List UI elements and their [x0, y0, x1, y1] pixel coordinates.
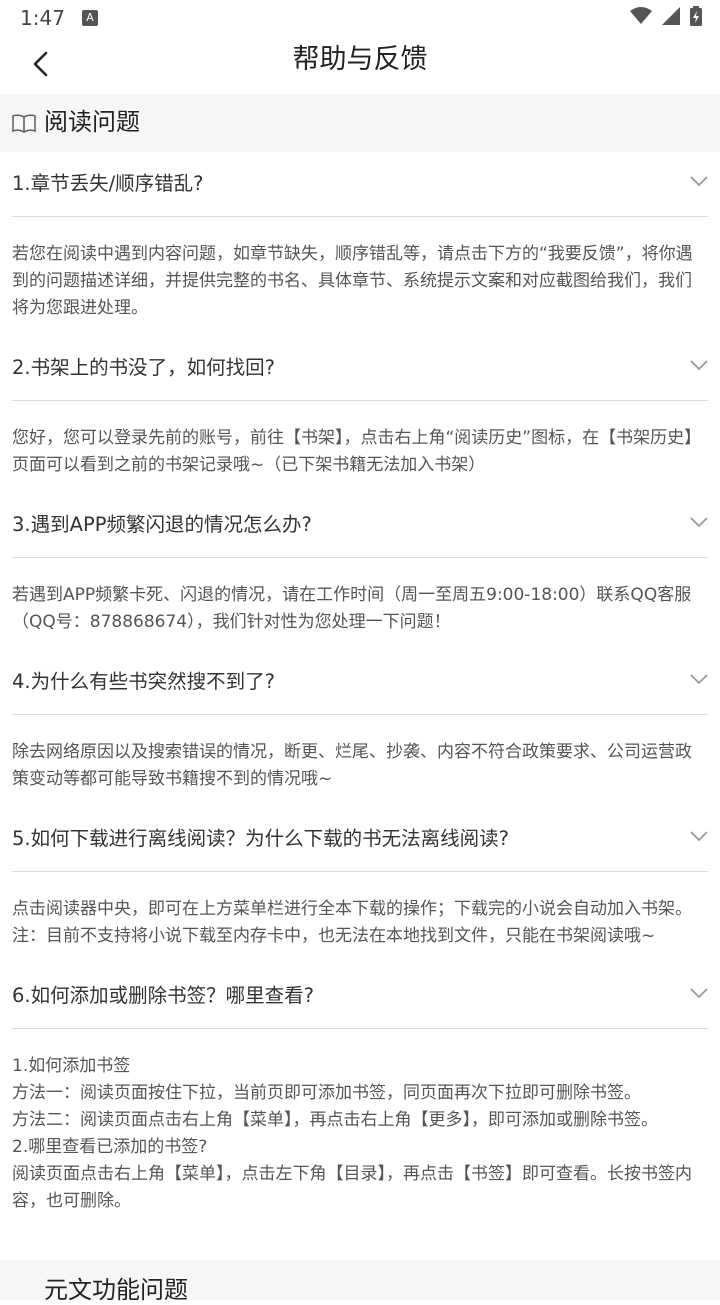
faq-answer: 您好，您可以登录先前的账号，前往【书架】，点击右上角“阅读历史”图标，在【书架历… [12, 428, 702, 475]
faq-item: 5.如何下载进行离线阅读？为什么下载的书无法离线阅读? 点击阅读器中央，即可在上… [0, 807, 720, 964]
faq-question[interactable]: 4.为什么有些书突然搜不到了? [0, 650, 720, 714]
notification-a-icon: A [82, 10, 98, 26]
faq-item: 6.如何添加或删除书签？哪里查看? 1.如何添加书签 方法一：阅读页面按住下拉，… [0, 964, 720, 1229]
faq-answer: 除去网络原因以及搜索错误的情况，断更、烂尾、抄袭、内容不符合政策要求、公司运营政… [12, 742, 692, 789]
section-title: 阅读问题 [44, 108, 140, 136]
faq-question[interactable]: 3.遇到APP频繁闪退的情况怎么办? [0, 493, 720, 557]
chevron-down-icon [690, 176, 708, 187]
section-title: 元文功能问题 [44, 1276, 188, 1304]
faq-question[interactable]: 6.如何添加或删除书签？哪里查看? [0, 964, 720, 1028]
page-title: 帮助与反馈 [292, 44, 428, 75]
status-bar: 1:47 A [0, 0, 720, 36]
chevron-down-icon [690, 360, 708, 371]
nav-bar: 帮助与反馈 [0, 36, 720, 94]
faq-item: 4.为什么有些书突然搜不到了? 除去网络原因以及搜索错误的情况，断更、烂尾、抄袭… [0, 650, 720, 807]
signal-icon [662, 7, 680, 25]
faq-question[interactable]: 5.如何下载进行离线阅读？为什么下载的书无法离线阅读? [0, 807, 720, 871]
faq-answer: 若您在阅读中遇到内容问题，如章节缺失，顺序错乱等，请点击下方的“我要反馈”，将你… [12, 244, 693, 318]
question-text: 1.章节丢失/顺序错乱? [12, 172, 204, 195]
section-header-next: 元文功能问题 [0, 1260, 720, 1304]
chevron-down-icon [690, 988, 708, 999]
faq-item: 1.章节丢失/顺序错乱? 若您在阅读中遇到内容问题，如章节缺失，顺序错乱等，请点… [0, 152, 720, 336]
question-text: 3.遇到APP频繁闪退的情况怎么办? [12, 513, 312, 536]
section-header-reading: 阅读问题 [0, 94, 720, 152]
question-text: 4.为什么有些书突然搜不到了? [12, 670, 275, 693]
wifi-icon [630, 7, 652, 24]
faq-question[interactable]: 2.书架上的书没了，如何找回? [0, 336, 720, 400]
status-time: 1:47 [20, 6, 65, 30]
faq-item: 2.书架上的书没了，如何找回? 您好，您可以登录先前的账号，前往【书架】，点击右… [0, 336, 720, 493]
chevron-down-icon [690, 674, 708, 685]
status-icons [630, 6, 702, 26]
faq-item: 3.遇到APP频繁闪退的情况怎么办? 若遇到APP频繁卡死、闪退的情况，请在工作… [0, 493, 720, 650]
battery-icon [690, 6, 702, 26]
chevron-down-icon [690, 831, 708, 842]
question-text: 5.如何下载进行离线阅读？为什么下载的书无法离线阅读? [12, 827, 509, 850]
chevron-down-icon [690, 517, 708, 528]
book-icon [12, 114, 36, 133]
faq-answer: 若遇到APP频繁卡死、闪退的情况，请在工作时间（周一至周五9:00-18:00）… [12, 585, 692, 632]
faq-question[interactable]: 1.章节丢失/顺序错乱? [0, 152, 720, 216]
question-text: 6.如何添加或删除书签？哪里查看? [12, 984, 314, 1007]
faq-answer: 1.如何添加书签 方法一：阅读页面按住下拉，当前页即可添加书签，同页面再次下拉即… [12, 1056, 692, 1211]
faq-list: 1.章节丢失/顺序错乱? 若您在阅读中遇到内容问题，如章节缺失，顺序错乱等，请点… [0, 152, 720, 1229]
faq-answer: 点击阅读器中央，即可在上方菜单栏进行全本下载的操作；下载完的小说会自动加入书架。… [12, 899, 692, 946]
question-text: 2.书架上的书没了，如何找回? [12, 356, 275, 379]
